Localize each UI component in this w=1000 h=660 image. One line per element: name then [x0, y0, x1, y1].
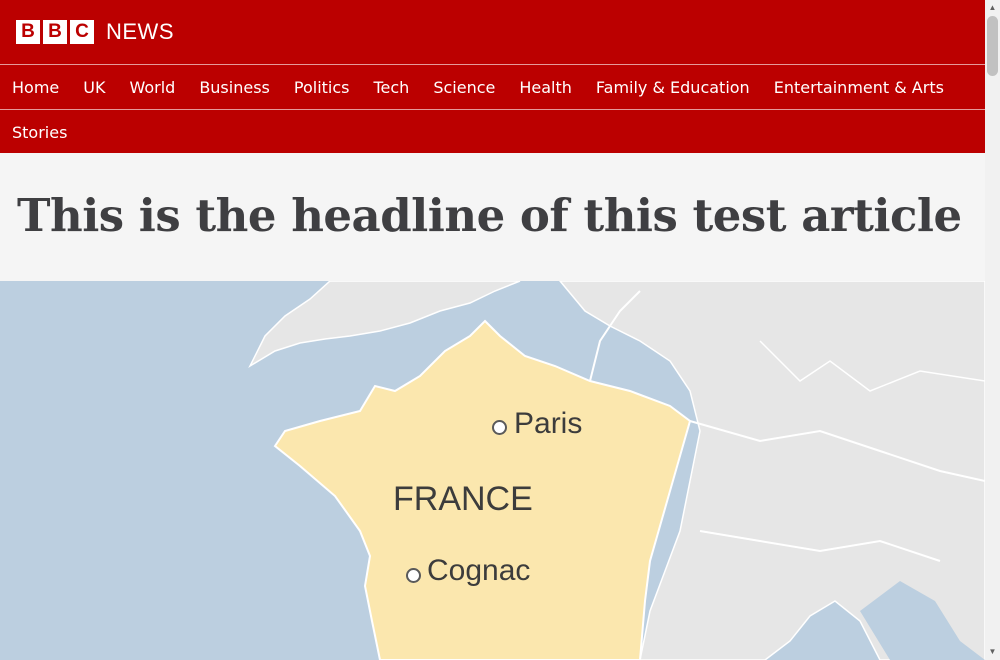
nav-item-science[interactable]: Science: [421, 78, 507, 97]
map-label-paris: Paris: [514, 407, 583, 440]
page: B B C NEWS Home UK World Business Politi…: [0, 0, 985, 660]
article-map-image: Paris FRANCE Cognac: [0, 281, 985, 660]
article-headline: This is the headline of this test articl…: [17, 189, 962, 242]
nav-item-entertainment-arts[interactable]: Entertainment & Arts: [762, 78, 956, 97]
headline-section: This is the headline of this test articl…: [0, 153, 985, 281]
logo-letter-c: C: [70, 20, 94, 44]
nav-row-2: Stories: [0, 109, 985, 154]
bbc-news-logo[interactable]: B B C NEWS: [16, 20, 174, 44]
paris-marker-icon: [492, 420, 507, 435]
nav-row-1: Home UK World Business Politics Tech Sci…: [0, 64, 985, 109]
vertical-scrollbar[interactable]: ▲ ▼: [985, 0, 1000, 660]
nav-item-health[interactable]: Health: [507, 78, 584, 97]
nav-item-stories[interactable]: Stories: [0, 123, 79, 142]
masthead: B B C NEWS: [0, 0, 985, 64]
scroll-down-arrow-icon[interactable]: ▼: [985, 645, 1000, 660]
nav-item-politics[interactable]: Politics: [282, 78, 362, 97]
nav-item-tech[interactable]: Tech: [361, 78, 421, 97]
main-navigation: Home UK World Business Politics Tech Sci…: [0, 64, 985, 153]
nav-item-business[interactable]: Business: [187, 78, 282, 97]
nav-item-home[interactable]: Home: [0, 78, 71, 97]
scroll-up-arrow-icon[interactable]: ▲: [985, 0, 1000, 15]
logo-letter-b2: B: [43, 20, 67, 44]
nav-item-world[interactable]: World: [117, 78, 187, 97]
cognac-marker-icon: [406, 568, 421, 583]
map-label-cognac: Cognac: [427, 554, 531, 587]
scroll-thumb[interactable]: [987, 16, 998, 76]
map-label-france: FRANCE: [393, 480, 533, 518]
map-graphic: [0, 281, 985, 660]
nav-item-family-education[interactable]: Family & Education: [584, 78, 762, 97]
logo-news-text: NEWS: [106, 19, 174, 44]
logo-letter-b1: B: [16, 20, 40, 44]
nav-item-uk[interactable]: UK: [71, 78, 117, 97]
